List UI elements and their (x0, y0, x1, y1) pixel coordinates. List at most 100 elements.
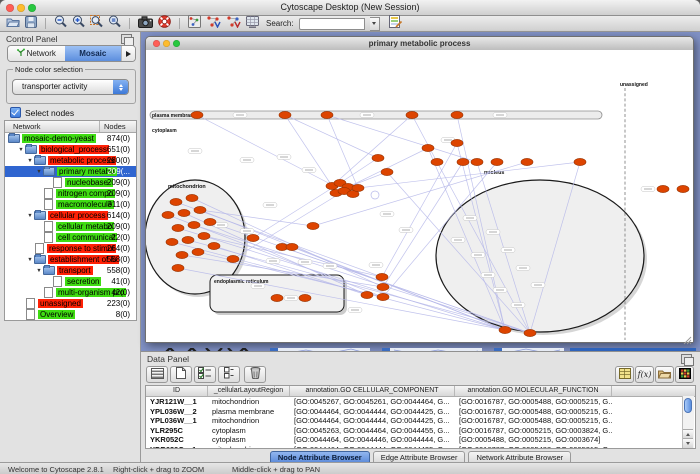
graph-node[interactable] (286, 243, 298, 250)
graph-node[interactable] (299, 294, 311, 301)
help-button[interactable] (158, 17, 171, 31)
table-column-header[interactable]: annotation.GO MOLECULAR_FUNCTION (455, 386, 612, 396)
import-table-button[interactable] (615, 366, 634, 383)
table-row[interactable]: YPL036W__1mitochondrion[GO:0044464, GO:0… (146, 416, 695, 426)
network-tree-row[interactable]: unassigned223(0) (5, 298, 136, 309)
resize-grip-icon[interactable] (683, 332, 692, 341)
graph-node[interactable] (406, 111, 418, 118)
network-tree-row[interactable]: ▼primary metabo209(... (5, 166, 136, 177)
graph-node[interactable] (279, 111, 291, 118)
table-row[interactable]: YJR121W__1mitochondrion[GO:0045267, GO:0… (146, 397, 695, 407)
network-tree-row[interactable]: ▼cellular process614(0) (5, 210, 136, 221)
expanded-triangle-icon[interactable]: ▼ (35, 268, 43, 274)
attribute-table-button[interactable] (146, 366, 168, 383)
graph-node[interactable] (166, 238, 178, 245)
graph-node[interactable] (194, 206, 206, 213)
expanded-triangle-icon[interactable]: ▼ (17, 147, 25, 153)
select-attributes-button[interactable] (194, 366, 216, 383)
zoom-fit-button[interactable] (108, 17, 121, 31)
table-scrollbar[interactable] (682, 396, 694, 448)
graph-node[interactable] (499, 326, 511, 333)
graph-node[interactable] (191, 111, 203, 118)
visual-style-a-button[interactable] (206, 17, 221, 31)
graph-node[interactable] (321, 111, 333, 118)
expanded-triangle-icon[interactable]: ▼ (26, 213, 34, 219)
scroll-down-button[interactable] (683, 438, 693, 448)
network-tree-row[interactable]: ▼transport558(0) (5, 265, 136, 276)
graph-node[interactable] (172, 264, 184, 271)
expanded-triangle-icon[interactable]: ▼ (35, 169, 43, 175)
zoom-selected-button[interactable] (90, 17, 103, 31)
network-tree-row[interactable]: mosaic-demo-yeast874(0) (5, 133, 136, 144)
network-tree-row[interactable]: response to stimul264(0) (5, 243, 136, 254)
unselect-attributes-button[interactable] (218, 366, 240, 383)
network-tree-row[interactable]: ▼biological_process651(0) (5, 144, 136, 155)
graph-node[interactable] (198, 232, 210, 239)
graph-node[interactable] (677, 185, 689, 192)
save-session-button[interactable] (25, 17, 37, 31)
float-panel-icon[interactable] (681, 354, 692, 364)
node-color-dropdown[interactable]: transporter activity (12, 79, 129, 95)
zoom-in-button[interactable] (72, 17, 85, 31)
graph-node[interactable] (361, 291, 373, 298)
visual-style-b-button[interactable] (226, 17, 241, 31)
network-tree-row[interactable]: macromolecule311(0) (5, 199, 136, 210)
graph-node[interactable] (170, 198, 182, 205)
table-column-header[interactable]: _cellularLayoutRegion (208, 386, 290, 396)
graph-node[interactable] (471, 158, 483, 165)
graph-node[interactable] (377, 293, 389, 300)
graph-node[interactable] (192, 248, 204, 255)
new-attribute-button[interactable] (170, 366, 192, 383)
graph-node[interactable] (182, 236, 194, 243)
graph-node[interactable] (574, 158, 586, 165)
graph-node[interactable] (422, 144, 434, 151)
graph-node[interactable] (208, 242, 220, 249)
graph-node[interactable] (204, 218, 216, 225)
network-view-window[interactable]: primary metabolic process plasma membran… (145, 36, 694, 343)
table-row[interactable]: YKR052Ccytoplasm[GO:0044464, GO:0044446,… (146, 435, 695, 445)
expanded-triangle-icon[interactable]: ▼ (26, 158, 34, 164)
function-builder-button[interactable]: f(x) (635, 366, 654, 383)
table-row[interactable]: YPL036W__2plasma membrane[GO:0044464, GO… (146, 407, 695, 417)
network-canvas[interactable]: plasma membranecytoplasmmitochondrionnuc… (146, 50, 693, 342)
graph-node[interactable] (227, 255, 239, 262)
open-session-button[interactable] (6, 17, 20, 31)
table-row[interactable]: YLR295Ccytoplasm[GO:0045263, GO:0044464,… (146, 426, 695, 436)
graph-node[interactable] (451, 139, 463, 146)
table-row[interactable]: YDR039C__1mitochondrion[GO:0044464, GO:0… (146, 445, 695, 450)
tab-mosaic[interactable]: Mosaic (65, 46, 122, 61)
graph-node[interactable] (186, 194, 198, 201)
graph-node[interactable] (451, 111, 463, 118)
heatmap-button[interactable] (675, 366, 694, 383)
graph-node[interactable] (188, 221, 200, 228)
network-tree-row[interactable]: ▼establishment of lo558(0) (5, 254, 136, 265)
graph-node[interactable] (376, 273, 388, 280)
delete-attribute-button[interactable] (244, 366, 266, 383)
network-tree-row[interactable]: cellular metabo209(0) (5, 221, 136, 232)
graph-node[interactable] (381, 168, 393, 175)
graph-node[interactable] (247, 234, 259, 241)
expanded-triangle-icon[interactable]: ▼ (26, 257, 34, 263)
graph-node[interactable] (176, 251, 188, 258)
table-column-header[interactable]: ID (146, 386, 208, 396)
graph-node[interactable] (521, 158, 533, 165)
tab-overflow-button[interactable] (121, 46, 135, 61)
graph-node[interactable] (431, 158, 443, 165)
attribute-editor-button[interactable] (389, 17, 402, 31)
network-tree-row[interactable]: multi-organism pro42(0) (5, 287, 136, 298)
search-input[interactable] (299, 18, 365, 30)
graph-node[interactable] (172, 224, 184, 231)
network-tree-row[interactable]: secretion41(0) (5, 276, 136, 287)
graph-node[interactable] (377, 283, 389, 290)
network-tree-row[interactable]: nucleobase-209(0) (5, 177, 136, 188)
scrollbar-thumb[interactable] (684, 398, 692, 413)
network-tree-row[interactable]: Overview8(0) (5, 309, 136, 320)
network-panel-button[interactable] (188, 17, 201, 31)
float-panel-icon[interactable] (121, 34, 132, 44)
network-tree-row[interactable]: ▼metabolic process280(0) (5, 155, 136, 166)
graph-node[interactable] (657, 185, 669, 192)
zoom-out-button[interactable] (54, 17, 67, 31)
table-column-header[interactable]: annotation.GO CELLULAR_COMPONENT (290, 386, 455, 396)
graph-node[interactable] (524, 329, 536, 336)
select-nodes-checkbox[interactable] (10, 107, 21, 118)
